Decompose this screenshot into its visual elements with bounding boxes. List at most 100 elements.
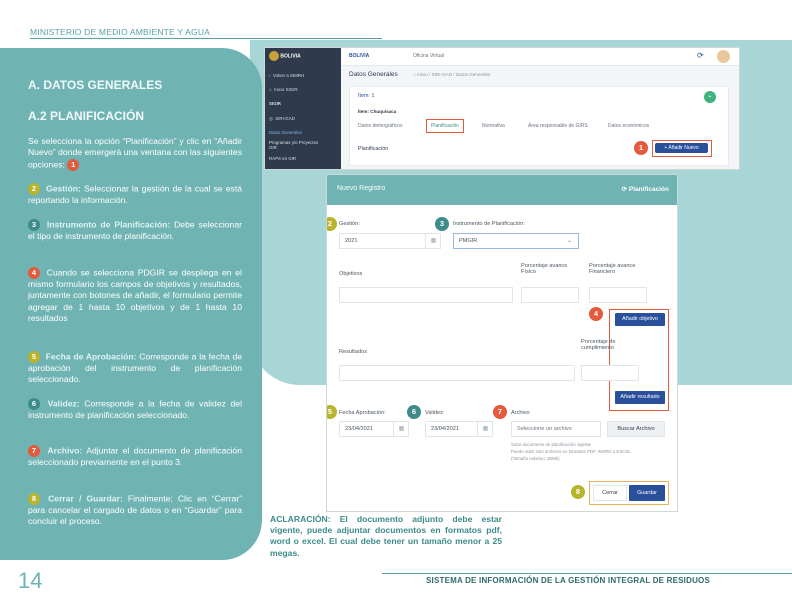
callout-badge: 4 bbox=[28, 267, 40, 279]
instruction-item: 7 Archivo: Adjuntar el documento de plan… bbox=[28, 445, 242, 468]
instruction-key: Validez: bbox=[47, 398, 80, 409]
item-card: Ítem: 1 + Ítem: Chuquisaca Datos demográ… bbox=[349, 86, 729, 166]
tab-normativa[interactable]: Normativa bbox=[482, 123, 505, 129]
pct-financiero-input[interactable] bbox=[589, 287, 647, 303]
add-button-highlight: + Añadir Nuevo bbox=[652, 140, 712, 157]
instruction-item: 6 Validez: Corresponde a la fecha de val… bbox=[28, 398, 242, 421]
instruction-item: 8 Cerrar / Guardar: Finalmente; Clic en … bbox=[28, 493, 242, 528]
validez-label: Validez: bbox=[425, 410, 445, 416]
validez-value: 23/04/2021 bbox=[431, 426, 459, 432]
chevron-down-icon: ⌄ bbox=[566, 238, 572, 244]
callout-badge: 5 bbox=[28, 351, 40, 363]
upload-hint: Puede subir solo archivos en formatos PD… bbox=[511, 449, 631, 454]
breadcrumb: ⌂ Inicio / SIRI-GAD / Datos Generales bbox=[413, 72, 491, 77]
header-divider bbox=[30, 38, 382, 39]
sidebar-section-label: SIGIR bbox=[269, 101, 281, 106]
pct-cumplimiento-input[interactable] bbox=[581, 365, 639, 381]
archivo-input[interactable]: Seleccione un archivo bbox=[511, 421, 601, 437]
callout-badge: 7 bbox=[493, 405, 507, 419]
instruction-text: Cuando se selecciona PDGIR se despliega … bbox=[28, 267, 242, 324]
calendar-icon[interactable]: ▦ bbox=[393, 421, 409, 437]
brand-text: BOLIVIA bbox=[280, 53, 301, 60]
pct-fisico-input[interactable] bbox=[521, 287, 579, 303]
fecha-value: 23/04/2021 bbox=[345, 426, 373, 432]
page-title: Datos Generales bbox=[349, 71, 398, 78]
subsection-title: A.2 PLANIFICACIÓN bbox=[28, 109, 145, 123]
tab-planificacion[interactable]: Planificación bbox=[426, 119, 465, 133]
system-name: SISTEMA DE INFORMACIÓN DE LA GESTIÓN INT… bbox=[426, 576, 711, 585]
calendar-icon[interactable]: ▦ bbox=[425, 233, 441, 249]
app-main: Datos Generales ⌂ Inicio / SIRI-GAD / Da… bbox=[341, 66, 739, 169]
instruction-key: Cerrar / Guardar: bbox=[48, 493, 123, 504]
avatar[interactable] bbox=[717, 50, 730, 63]
datos-generales-screenshot: BOLIVIA ‹ Volver a SIMRH ⌂ Inicio SIGIR … bbox=[264, 47, 740, 170]
modal-header: Nuevo Registro ⟳ Planificación bbox=[327, 175, 677, 205]
brand-logo: BOLIVIA bbox=[269, 51, 337, 63]
instruction-item: 3 Instrumento de Planificación: Debe sel… bbox=[28, 219, 242, 242]
callout-badge: 2 bbox=[327, 217, 337, 231]
resultado-input[interactable] bbox=[339, 365, 575, 381]
clarification-note: ACLARACIÓN: El documento adjunto debe es… bbox=[270, 514, 502, 558]
nuevo-registro-modal: Nuevo Registro ⟳ Planificación 2 Gestión… bbox=[326, 174, 678, 512]
sidebar-item-raps[interactable]: RAPS en GIR bbox=[269, 156, 339, 161]
callout-badge: 5 bbox=[327, 405, 337, 419]
gestion-value: 2021 bbox=[345, 238, 358, 244]
modal-context: ⟳ Planificación bbox=[621, 186, 669, 193]
callout-badge: 8 bbox=[571, 485, 585, 499]
office-menu[interactable]: Oficina Virtual bbox=[413, 53, 444, 59]
callout-badge: 7 bbox=[28, 445, 40, 457]
validez-field[interactable]: 23/04/2021 ▦ bbox=[425, 421, 493, 437]
add-item-icon[interactable]: + bbox=[704, 91, 716, 103]
sidebar-item-datos-generales[interactable]: Datos Generales bbox=[269, 130, 339, 135]
instruction-item: 4 Cuando se selecciona PDGIR se desplieg… bbox=[28, 267, 242, 325]
instruction-key: Gestión: bbox=[46, 183, 81, 194]
gestion-field[interactable]: 2021 ▦ bbox=[339, 233, 441, 249]
section-title: A. DATOS GENERALES bbox=[28, 78, 163, 92]
guardar-button[interactable]: Guardar bbox=[629, 485, 665, 501]
tab-area-responsable[interactable]: Área responsable de GIRS bbox=[528, 123, 588, 129]
objetivo-input[interactable] bbox=[339, 287, 513, 303]
callout-badge: 6 bbox=[407, 405, 421, 419]
pct-financiero-label: Porcentaje avance Financiero bbox=[589, 263, 636, 275]
fecha-aprobacion-field[interactable]: 23/04/2021 ▦ bbox=[339, 421, 409, 437]
item-name: Ítem: Chuquisaca bbox=[358, 109, 397, 114]
resultados-label: Resultados bbox=[339, 349, 367, 355]
objetivos-label: Objetivos bbox=[339, 271, 363, 277]
callout-badge: 2 bbox=[28, 183, 40, 195]
instruction-item: 5 Fecha de Aprobación: Corresponde a la … bbox=[28, 351, 242, 386]
page-number: 14 bbox=[18, 568, 43, 593]
instruction-key: Fecha de Aprobación: bbox=[45, 351, 137, 362]
callout-badge: 3 bbox=[28, 219, 40, 231]
callout-badge: 4 bbox=[589, 307, 603, 321]
pct-cumplimiento-label: Porcentaje de cumplimiento bbox=[581, 339, 616, 351]
instruction-key: Archivo: bbox=[47, 445, 83, 456]
sidebar-item-programas[interactable]: Programas y/o Proyectos GIR bbox=[269, 140, 319, 150]
sidebar-item-siri-gad[interactable]: ◎ SIRI-GAD bbox=[269, 116, 339, 122]
upload-hint: Subir documento de planificación vigente bbox=[511, 442, 592, 447]
sidebar-item-back[interactable]: ‹ Volver a SIMRH bbox=[269, 73, 339, 78]
instrumento-label: Instrumento de Planificación: bbox=[453, 221, 525, 227]
instrumento-select[interactable]: PMGIR ⌄ bbox=[453, 233, 579, 249]
archivo-label: Archivo bbox=[511, 410, 530, 416]
cerrar-button[interactable]: Cerrar bbox=[593, 485, 627, 501]
sidebar-item-home[interactable]: ⌂ Inicio SIGIR bbox=[269, 87, 339, 92]
add-new-button[interactable]: + Añadir Nuevo bbox=[655, 143, 708, 153]
brand-text: BOLIVIA bbox=[349, 53, 370, 59]
add-objetivo-button[interactable]: Añadir objetivo bbox=[615, 313, 665, 326]
callout-badge: 8 bbox=[28, 493, 40, 505]
intro-body: Se selecciona la opción “Planificación” … bbox=[28, 136, 242, 170]
buscar-archivo-button[interactable]: Buscar Archivo bbox=[607, 421, 665, 437]
refresh-icon[interactable]: ⟳ bbox=[697, 51, 704, 60]
fecha-aprobacion-label: Fecha Aprobación: bbox=[339, 410, 386, 416]
modal-title: Nuevo Registro bbox=[337, 185, 386, 192]
add-resultado-button[interactable]: Añadir resultado bbox=[615, 391, 665, 404]
app-topbar: BOLIVIA Oficina Virtual ⟳ bbox=[341, 48, 739, 66]
section-label: Planificación bbox=[358, 146, 389, 152]
tab-datos-demograficos[interactable]: Datos demográficos bbox=[358, 123, 402, 129]
instruction-key: Instrumento de Planificación: bbox=[46, 219, 171, 230]
calendar-icon[interactable]: ▦ bbox=[477, 421, 493, 437]
ministry-header: MINISTERIO DE MEDIO AMBIENTE Y AGUA bbox=[30, 27, 211, 37]
item-label: Ítem: 1 bbox=[358, 93, 375, 99]
instrumento-value: PMGIR bbox=[459, 238, 478, 244]
tab-datos-economicos[interactable]: Datos económicos bbox=[608, 123, 649, 129]
